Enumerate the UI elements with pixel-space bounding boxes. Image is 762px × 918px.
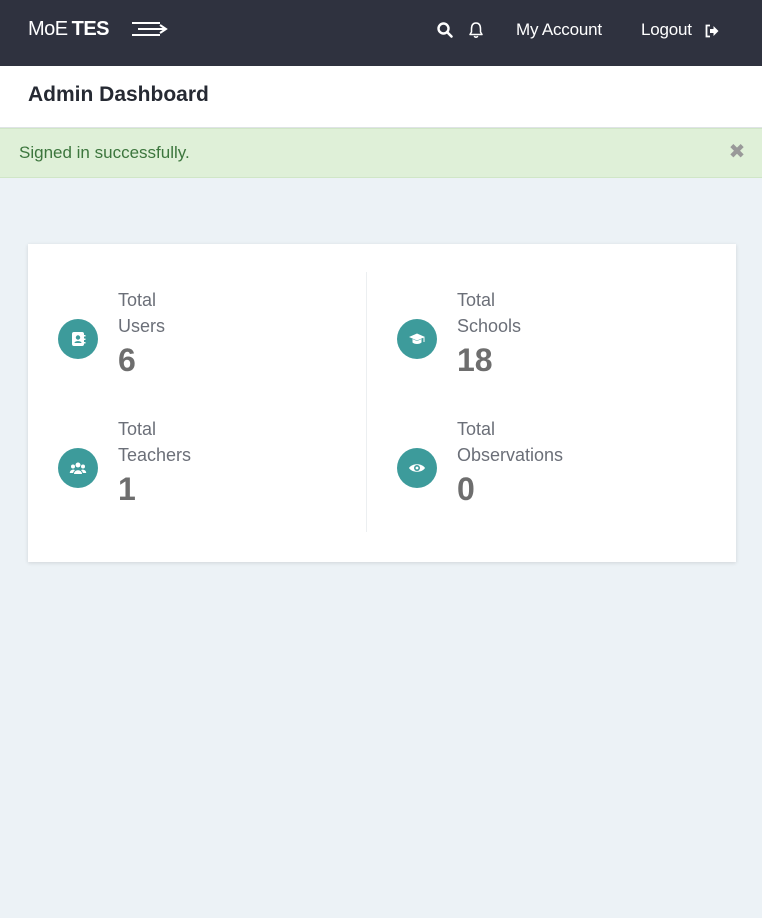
logout-icon[interactable] (704, 23, 720, 39)
top-navbar: MoE TES My Account Logout (0, 0, 762, 66)
stat-label-name: Schools (457, 316, 522, 336)
stats-card: Total Users 6 Total Schools 18 Total Tea… (28, 244, 736, 562)
stat-total-schools: Total Schools 18 (397, 290, 697, 400)
stat-label-prefix: Total (457, 290, 496, 310)
stat-label-prefix: Total (118, 419, 157, 439)
stat-label-prefix: Total (457, 419, 496, 439)
address-book-icon (58, 319, 98, 359)
page-title: Admin Dashboard (28, 83, 209, 106)
stat-label-name: Observations (457, 445, 564, 465)
menu-toggle-icon[interactable] (130, 19, 168, 41)
stat-value: 18 (457, 342, 493, 378)
bell-icon[interactable] (467, 21, 485, 39)
stat-label-name: Users (118, 316, 166, 336)
graduation-cap-icon (397, 319, 437, 359)
brand-name-bold: TES (71, 18, 110, 40)
eye-icon (397, 448, 437, 488)
stat-label-prefix: Total (118, 290, 157, 310)
close-icon[interactable]: ✖ (727, 142, 747, 162)
stat-total-observations: Total Observations 0 (397, 419, 697, 529)
stat-total-users: Total Users 6 (58, 290, 358, 400)
my-account-link[interactable]: My Account (516, 20, 602, 40)
logout-link[interactable]: Logout (641, 20, 692, 40)
page-header: Admin Dashboard (0, 66, 762, 128)
alert-message: Signed in successfully. (19, 143, 190, 162)
stat-total-teachers: Total Teachers 1 (58, 419, 358, 529)
card-divider (366, 272, 367, 532)
users-group-icon (58, 448, 98, 488)
success-alert: Signed in successfully. ✖ (0, 128, 762, 178)
brand-logo[interactable]: MoE TES (28, 18, 110, 41)
stat-value: 1 (118, 471, 136, 507)
stat-value: 6 (118, 342, 136, 378)
stat-label-name: Teachers (118, 445, 192, 465)
search-icon[interactable] (436, 21, 454, 39)
brand-name-light: MoE (28, 18, 68, 40)
stat-value: 0 (457, 471, 475, 507)
